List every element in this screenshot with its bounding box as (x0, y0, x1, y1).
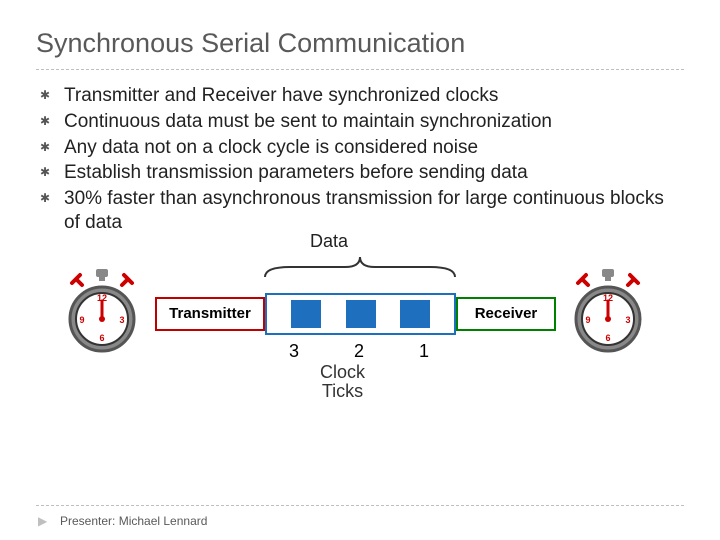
svg-text:9: 9 (585, 315, 590, 325)
clock-ticks-label: Clock Ticks (320, 363, 365, 403)
footer-arrow-icon: ▶ (38, 514, 47, 528)
receiver-box: Receiver (456, 297, 556, 331)
svg-text:9: 9 (79, 315, 84, 325)
tick-value: 2 (344, 341, 374, 362)
bullet-item: 30% faster than asynchronous transmissio… (36, 187, 684, 235)
data-label: Data (310, 231, 348, 252)
tick-numbers: 3 2 1 (279, 341, 439, 362)
svg-text:3: 3 (119, 315, 124, 325)
svg-text:6: 6 (99, 333, 104, 343)
svg-text:3: 3 (625, 315, 630, 325)
bullet-item: Continuous data must be sent to maintain… (36, 110, 684, 134)
diagram: Data 12 3 6 9 12 (0, 239, 720, 429)
data-block (291, 300, 321, 328)
footer-divider (36, 505, 684, 506)
svg-text:6: 6 (605, 333, 610, 343)
tick-value: 1 (409, 341, 439, 362)
stopwatch-icon: 12 3 6 9 (570, 269, 646, 359)
title-divider (36, 69, 684, 70)
data-block (400, 300, 430, 328)
bullet-list: Transmitter and Receiver have synchroniz… (0, 84, 720, 235)
data-channel (265, 293, 456, 335)
stopwatch-icon: 12 3 6 9 (64, 269, 140, 359)
brace-icon (260, 253, 460, 279)
bullet-item: Any data not on a clock cycle is conside… (36, 136, 684, 160)
transmitter-box: Transmitter (155, 297, 265, 331)
presenter-footer: Presenter: Michael Lennard (60, 514, 207, 528)
bullet-item: Transmitter and Receiver have synchroniz… (36, 84, 684, 108)
data-block (346, 300, 376, 328)
tick-value: 3 (279, 341, 309, 362)
bullet-item: Establish transmission parameters before… (36, 161, 684, 185)
slide-title: Synchronous Serial Communication (0, 0, 720, 65)
